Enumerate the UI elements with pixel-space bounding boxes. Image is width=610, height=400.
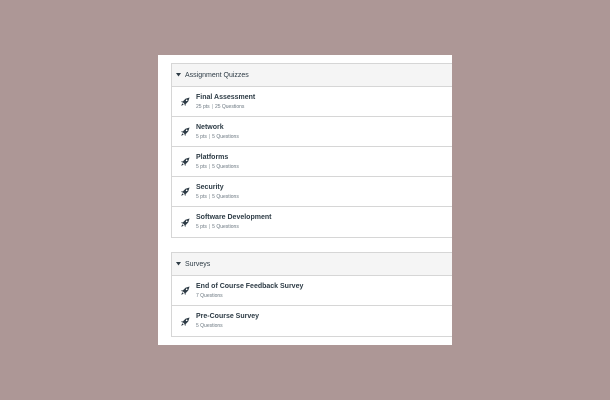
quiz-title: Final Assessment — [196, 93, 256, 101]
group-title: Surveys — [185, 260, 211, 268]
group-header-surveys[interactable]: Surveys — [172, 252, 452, 276]
quiz-item-network[interactable]: Network 5 pts | 5 Questions — [172, 117, 452, 147]
survey-question-count: 5 Questions — [196, 323, 223, 329]
quiz-meta: 5 pts | 5 Questions — [196, 193, 239, 201]
survey-title: End of Course Feedback Survey — [196, 282, 304, 290]
group-header-assignment-quizzes[interactable]: Assignment Quizzes — [172, 63, 452, 87]
quiz-title: Security — [196, 183, 224, 191]
quiz-item-security[interactable]: Security 5 pts | 5 Questions — [172, 177, 452, 207]
quiz-title: Software Development — [196, 214, 272, 221]
rocket-icon — [180, 187, 190, 197]
meta-separator: | — [208, 163, 211, 170]
quiz-meta: 5 pts | 5 Questions — [196, 223, 271, 231]
caret-down-icon — [176, 262, 181, 267]
survey-title: Pre-Course Survey — [196, 313, 260, 320]
quiz-title: Network — [196, 123, 224, 131]
survey-item-end-of-course[interactable]: End of Course Feedback Survey 7 Question… — [172, 276, 452, 306]
quiz-points: 25 pts — [196, 103, 210, 110]
quiz-question-count: 5 Questions — [212, 133, 239, 140]
quiz-points: 5 pts — [196, 163, 207, 170]
rocket-icon — [180, 97, 190, 107]
quiz-points: 5 pts — [196, 193, 207, 200]
quiz-question-count: 25 Questions — [214, 103, 245, 110]
quiz-meta: 5 pts | 5 Questions — [196, 163, 239, 171]
quiz-meta: 25 pts | 25 Questions — [196, 103, 255, 111]
caret-down-icon — [176, 73, 181, 78]
quiz-item-final-assessment[interactable]: Final Assessment 25 pts | 25 Questions — [172, 87, 452, 117]
quiz-item-platforms[interactable]: Platforms 5 pts | 5 Questions — [172, 147, 452, 177]
rocket-icon — [180, 316, 190, 326]
quiz-points: 5 pts — [196, 133, 207, 140]
meta-separator: | — [208, 193, 211, 200]
survey-item-pre-course[interactable]: Pre-Course Survey 5 Questions — [172, 306, 452, 336]
meta-separator: | — [208, 224, 211, 230]
quiz-list-panel: Assignment Quizzes Final Assessment 25 p… — [158, 55, 452, 345]
quiz-title: Platforms — [196, 153, 229, 161]
rocket-icon — [180, 286, 190, 296]
rocket-icon — [180, 127, 190, 137]
quiz-question-count: 5 Questions — [212, 224, 239, 230]
meta-separator: | — [211, 103, 213, 110]
survey-question-count: 7 Questions — [196, 292, 223, 299]
quiz-question-count: 5 Questions — [212, 163, 239, 170]
meta-separator: | — [208, 133, 211, 140]
group-surveys: Surveys End of Course Feedback Survey 7 … — [171, 252, 452, 337]
quiz-meta: 5 pts | 5 Questions — [196, 133, 239, 141]
quiz-question-count: 5 Questions — [212, 193, 239, 200]
group-assignment-quizzes: Assignment Quizzes Final Assessment 25 p… — [171, 63, 452, 238]
quiz-points: 5 pts — [196, 224, 207, 230]
group-title: Assignment Quizzes — [185, 71, 249, 79]
rocket-icon — [180, 157, 190, 167]
rocket-icon — [180, 217, 190, 227]
quiz-item-software-development[interactable]: Software Development 5 pts | 5 Questions — [172, 207, 452, 237]
